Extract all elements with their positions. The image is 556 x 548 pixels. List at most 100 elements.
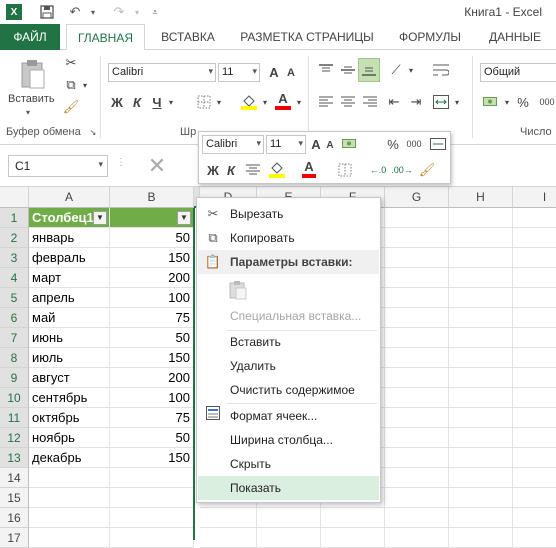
currency-format-icon[interactable] (480, 92, 502, 112)
value-cell[interactable]: 200 (110, 268, 194, 288)
empty-cell[interactable] (29, 508, 110, 528)
row-header[interactable]: 4 (0, 268, 29, 288)
value-cell[interactable]: 150 (110, 448, 194, 468)
fill-color-icon[interactable] (238, 90, 260, 112)
empty-cell[interactable] (449, 488, 513, 508)
merge-cells-icon[interactable] (430, 92, 452, 112)
month-cell[interactable]: март (29, 268, 110, 288)
empty-cell[interactable] (449, 228, 513, 248)
paste-label[interactable]: Вставить (8, 93, 55, 105)
empty-cell[interactable] (110, 528, 194, 548)
row-header[interactable]: 2 (0, 228, 29, 248)
empty-cell[interactable] (385, 468, 449, 488)
row-header[interactable]: 3 (0, 248, 29, 268)
empty-cell[interactable] (513, 368, 556, 388)
empty-cell[interactable] (110, 488, 194, 508)
value-cell[interactable]: 50 (110, 328, 194, 348)
row-header[interactable]: 7 (0, 328, 29, 348)
row-header[interactable]: 8 (0, 348, 29, 368)
mini-font-name-combo[interactable]: Calibri ▾ (202, 135, 264, 154)
empty-cell[interactable] (449, 368, 513, 388)
empty-cell[interactable] (385, 368, 449, 388)
percent-button[interactable]: % (514, 92, 532, 112)
merge-dropdown-icon[interactable]: ▾ (452, 94, 462, 110)
empty-cell[interactable] (513, 408, 556, 428)
mini-font-size-combo[interactable]: 11 ▾ (266, 135, 306, 154)
clipboard-launcher-icon[interactable]: ↘ (88, 126, 98, 138)
align-right-icon[interactable] (360, 92, 380, 112)
tab-home[interactable]: ГЛАВНАЯ (66, 24, 145, 51)
value-cell[interactable]: 50 (110, 428, 194, 448)
save-icon[interactable] (38, 3, 56, 21)
mini-currency-format-icon[interactable] (339, 135, 361, 153)
grow-font-button[interactable]: A (266, 63, 282, 81)
empty-cell[interactable] (29, 528, 110, 548)
empty-cell[interactable] (513, 308, 556, 328)
menu-item-paste-special[interactable]: Специальная вставка... (198, 304, 379, 328)
row-header[interactable]: 13 (0, 448, 29, 468)
empty-cell[interactable] (449, 268, 513, 288)
menu-item-copy[interactable]: ⧉ Копировать (198, 226, 379, 250)
empty-cell[interactable] (513, 448, 556, 468)
value-cell[interactable]: 50 (110, 228, 194, 248)
fill-color-dropdown-icon[interactable]: ▾ (260, 94, 270, 110)
orientation-dropdown-icon[interactable]: ▾ (406, 62, 416, 78)
empty-cell[interactable] (513, 428, 556, 448)
empty-cell[interactable] (449, 208, 513, 228)
empty-cell[interactable] (385, 268, 449, 288)
align-left-icon[interactable] (316, 92, 336, 112)
mini-grow-font-icon[interactable]: A (309, 135, 323, 153)
value-cell[interactable]: 100 (110, 288, 194, 308)
mini-font-color-icon[interactable]: A (299, 158, 319, 180)
menu-item-cut[interactable]: ✂ Вырезать (198, 202, 379, 226)
empty-cell[interactable] (513, 348, 556, 368)
empty-cell[interactable] (200, 528, 257, 548)
font-name-combo[interactable]: Calibri ▾ (108, 63, 216, 82)
align-center-icon[interactable] (338, 92, 358, 112)
value-cell[interactable]: 75 (110, 308, 194, 328)
empty-cell[interactable] (513, 468, 556, 488)
filter-dropdown-icon[interactable]: ▼ (177, 211, 191, 225)
row-header[interactable]: 9 (0, 368, 29, 388)
column-header[interactable]: A (29, 187, 110, 208)
filter-dropdown-icon[interactable]: ▼ (93, 211, 107, 225)
tab-page-layout[interactable]: РАЗМЕТКА СТРАНИЦЫ (232, 24, 382, 50)
empty-cell[interactable] (385, 328, 449, 348)
mini-increase-decimal-icon[interactable]: ←.0 (367, 160, 389, 180)
align-bottom-icon[interactable] (358, 58, 380, 82)
month-cell[interactable]: ноябрь (29, 428, 110, 448)
empty-cell[interactable] (385, 508, 449, 528)
italic-button[interactable]: К (128, 92, 146, 112)
empty-cell[interactable] (321, 528, 385, 548)
mini-format-painter-icon[interactable]: 🖌 (417, 160, 437, 180)
copy-icon[interactable]: ⧉ (62, 76, 80, 94)
copy-dropdown-icon[interactable]: ▾ (80, 78, 90, 92)
orientation-icon[interactable]: ⟋ (386, 60, 406, 80)
empty-cell[interactable] (449, 528, 513, 548)
font-color-dropdown-icon[interactable]: ▾ (294, 94, 304, 110)
empty-cell[interactable] (513, 248, 556, 268)
month-cell[interactable]: февраль (29, 248, 110, 268)
month-cell[interactable]: август (29, 368, 110, 388)
empty-cell[interactable] (385, 448, 449, 468)
mini-align-center-icon[interactable] (243, 160, 263, 180)
empty-cell[interactable] (449, 308, 513, 328)
month-cell[interactable]: сентябрь (29, 388, 110, 408)
font-size-combo[interactable]: 11 ▾ (218, 63, 260, 82)
empty-cell[interactable] (385, 288, 449, 308)
paste-icon[interactable] (18, 56, 48, 92)
empty-cell[interactable] (513, 528, 556, 548)
menu-item-clear-contents[interactable]: Очистить содержимое (198, 378, 379, 402)
menu-item-hide[interactable]: Скрыть (198, 452, 379, 476)
empty-cell[interactable] (385, 388, 449, 408)
empty-cell[interactable] (449, 448, 513, 468)
resize-handle-icon[interactable]: ⋮ (116, 157, 126, 168)
menu-item-format-cells[interactable]: Формат ячеек... (198, 404, 379, 428)
paste-option-icon[interactable] (227, 278, 249, 302)
borders-dropdown-icon[interactable]: ▾ (214, 94, 224, 110)
empty-cell[interactable] (29, 488, 110, 508)
row-header[interactable]: 14 (0, 468, 29, 488)
decrease-indent-icon[interactable]: ⇤ (384, 92, 404, 112)
empty-cell[interactable] (449, 508, 513, 528)
empty-cell[interactable] (513, 228, 556, 248)
